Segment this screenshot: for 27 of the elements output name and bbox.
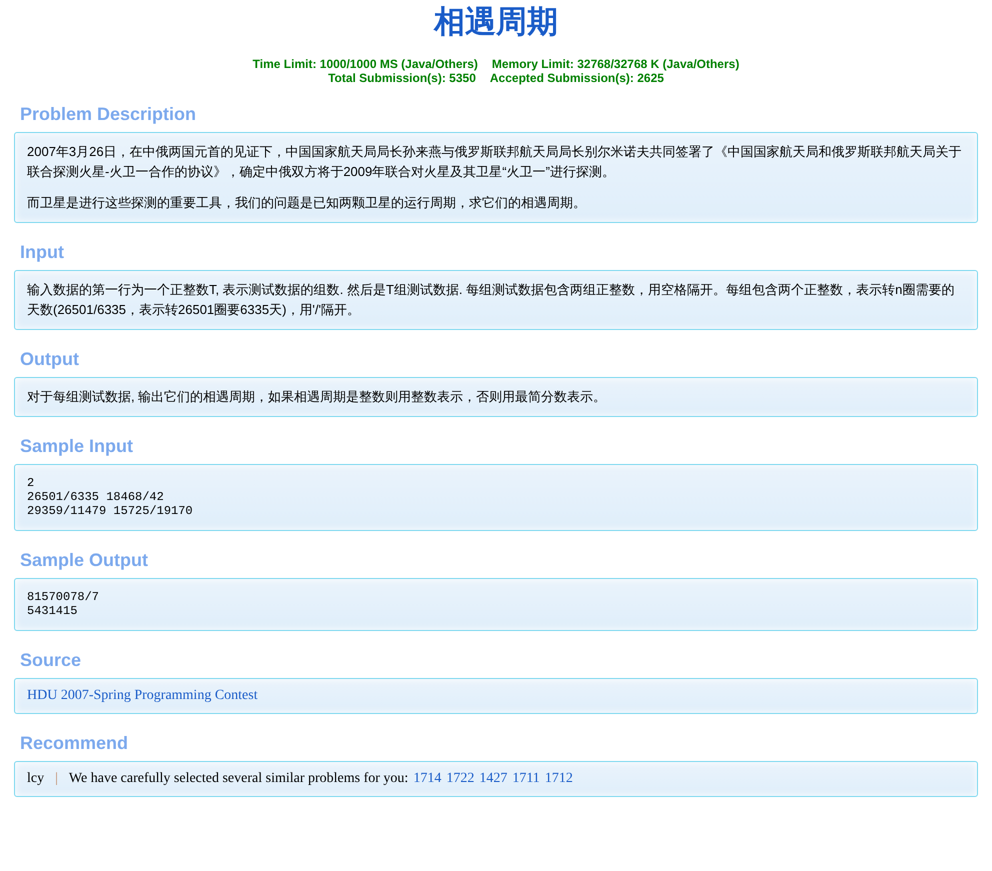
- section-heading: Sample Input: [20, 436, 134, 456]
- paragraph: 输入数据的第一行为一个正整数T, 表示测试数据的组数. 然后是T组测试数据. 每组测试数据包含两组正整数，用空格隔开。每组包含两个正整数，表示转n圈需要的天数(26501/6335，表示转26501圈要6335天)，用'/'隔开。: [27, 281, 956, 319]
- submission-count: Accepted Submission(s): 2625: [490, 71, 664, 85]
- section-heading: Source: [20, 650, 82, 670]
- paragraph: 2007年3月26日，在中俄两国元首的见证下，中国国家航天局局长孙来燕与俄罗斯联邦航天局局长别尔米诺夫共同签署了《中国国家航天局和俄罗斯联邦航天局关于联合探测火星-火卫一合作的协议》，确定中俄双方将于2009年联合对火星及其卫星“火卫一”进行探测。: [27, 143, 963, 181]
- limit-text: Time Limit: 1000/1000 MS (Java/Others): [252, 57, 478, 71]
- separator: |: [55, 771, 58, 787]
- problem-link[interactable]: 1711: [512, 771, 540, 787]
- problem-link[interactable]: 1722: [446, 771, 474, 787]
- problem-link[interactable]: 1714: [413, 771, 442, 787]
- problem-link[interactable]: 1427: [479, 771, 508, 787]
- source-link[interactable]: HDU 2007-Spring Programming Contest: [27, 688, 258, 703]
- problem-link[interactable]: 1712: [544, 771, 573, 787]
- section-heading: Problem Description: [20, 104, 198, 124]
- sample-text: 2 26501/6335 18468/42 29359/11479 15725/19170: [27, 475, 194, 520]
- paragraph: 对于每组测试数据, 输出它们的相遇周期，如果相遇周期是整数则用整数表示，否则用最简分数表示。: [27, 388, 608, 406]
- recommend-text: We have carefully selected several similar problems for you:: [68, 771, 408, 787]
- paragraph: 而卫星是进行这些探测的重要工具，我们的问题是已知两颗卫星的运行周期，求它们的相遇周期。: [27, 194, 587, 212]
- limit-text: Memory Limit: 32768/32768 K (Java/Others): [492, 57, 740, 71]
- submission-count: Total Submission(s): 5350: [328, 71, 476, 85]
- section-heading: Output: [20, 349, 80, 369]
- problem-title: 相遇周期: [432, 3, 559, 40]
- section-heading: Recommend: [20, 733, 130, 753]
- section-heading: Sample Output: [20, 550, 150, 570]
- author-name: lcy: [27, 771, 44, 787]
- sample-text: 81570078/7 5431415: [27, 589, 100, 620]
- section-heading: Input: [20, 242, 65, 262]
